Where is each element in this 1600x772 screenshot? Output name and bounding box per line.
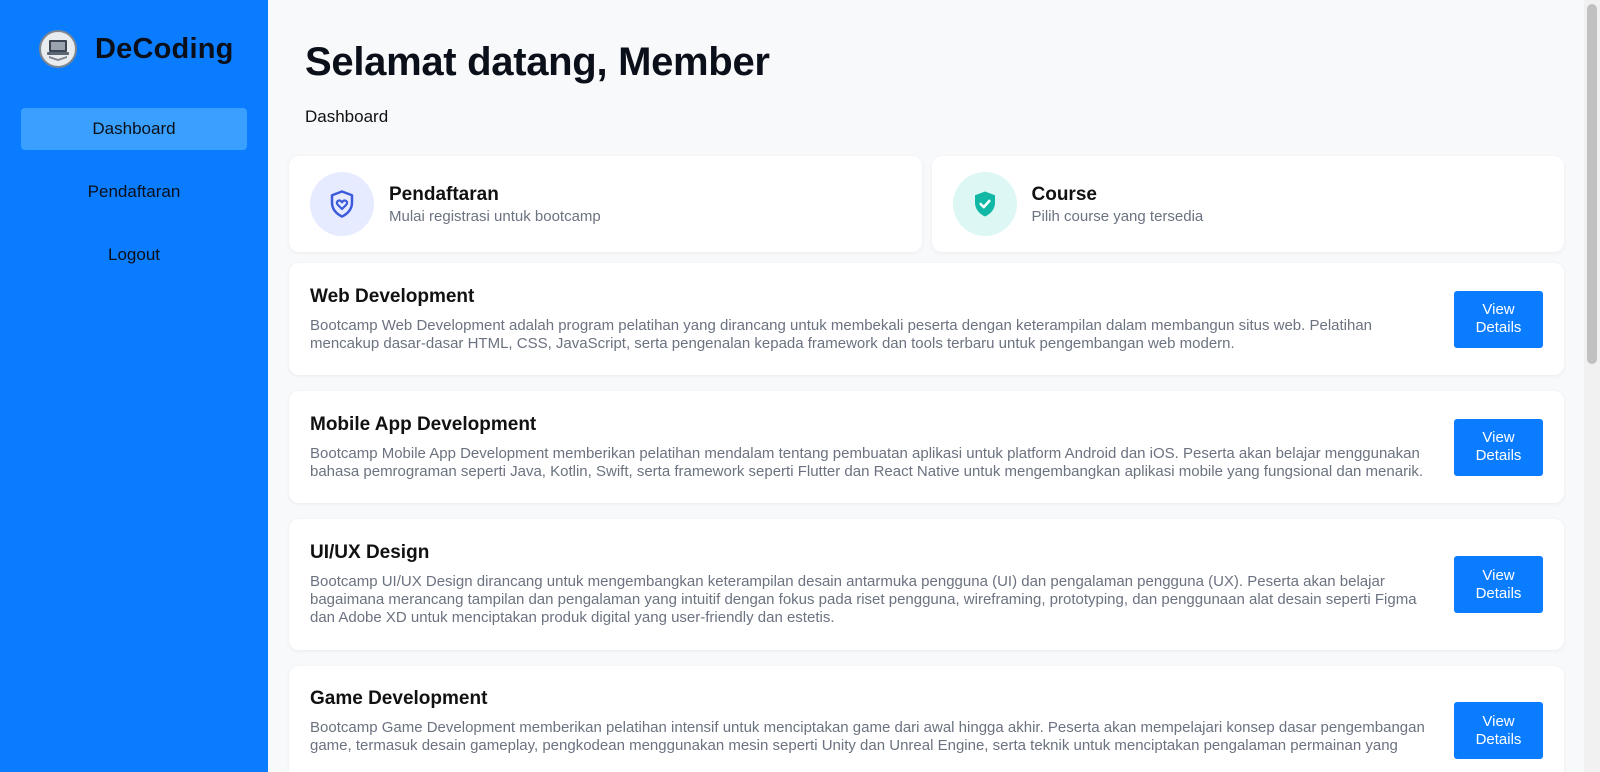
sidebar-nav: Dashboard Pendaftaran Logout [0, 108, 268, 276]
shield-heart-icon [310, 172, 374, 236]
view-details-button[interactable]: View Details [1454, 290, 1543, 348]
course-card-mobile-app-development: Mobile App Development Bootcamp Mobile A… [289, 391, 1564, 503]
page-title: Selamat datang, Member [305, 40, 770, 84]
shield-check-icon [952, 172, 1017, 236]
sidebar: DeCoding Dashboard Pendaftaran Logout [0, 0, 268, 772]
course-card-web-development: Web Development Bootcamp Web Development… [289, 263, 1564, 375]
course-description: Bootcamp Web Development adalah program … [310, 316, 1373, 352]
stat-row: Pendaftaran Mulai registrasi untuk bootc… [289, 156, 1564, 252]
stat-title: Pendaftaran [389, 183, 499, 205]
course-title: UI/UX Design [310, 542, 430, 563]
stat-card-course[interactable]: Course Pilih course yang tersedia [931, 156, 1564, 252]
brand-name: DeCoding [95, 32, 234, 65]
stat-title: Course [1031, 183, 1097, 205]
scrollbar-thumb[interactable] [1587, 4, 1597, 364]
course-card-ui-ux-design: UI/UX Design Bootcamp UI/UX Design diran… [289, 519, 1564, 650]
brand[interactable]: DeCoding [0, 26, 268, 72]
laptop-book-icon [39, 30, 77, 68]
stat-subtitle: Mulai registrasi untuk bootcamp [389, 207, 601, 225]
stat-card-pendaftaran[interactable]: Pendaftaran Mulai registrasi untuk bootc… [289, 156, 922, 252]
scrollbar[interactable] [1584, 0, 1600, 772]
sidebar-item-pendaftaran[interactable]: Pendaftaran [21, 171, 247, 213]
sidebar-item-dashboard[interactable]: Dashboard [21, 108, 247, 150]
course-title: Web Development [310, 285, 475, 307]
stat-subtitle: Pilih course yang tersedia [1031, 207, 1204, 225]
course-description: Bootcamp Game Development memberikan pel… [310, 719, 1425, 754]
course-title: Game Development [310, 688, 488, 709]
app-root: DeCoding Dashboard Pendaftaran Logout Se… [0, 0, 1600, 772]
sidebar-item-logout[interactable]: Logout [21, 234, 247, 276]
course-card-game-development: Game Development Bootcamp Game Developme… [289, 666, 1564, 772]
breadcrumb: Dashboard [305, 107, 389, 126]
course-list: Web Development Bootcamp Web Development… [289, 263, 1564, 772]
view-details-button[interactable]: View Details [1454, 556, 1543, 613]
course-description: Bootcamp Mobile App Development memberik… [310, 444, 1424, 480]
view-details-button[interactable]: View Details [1454, 418, 1543, 476]
view-details-button[interactable]: View Details [1454, 702, 1543, 759]
course-title: Mobile App Development [310, 413, 537, 435]
main-content: Selamat datang, Member Dashboard Pendaft… [268, 0, 1600, 772]
course-description: Bootcamp UI/UX Design dirancang untuk me… [310, 573, 1417, 626]
